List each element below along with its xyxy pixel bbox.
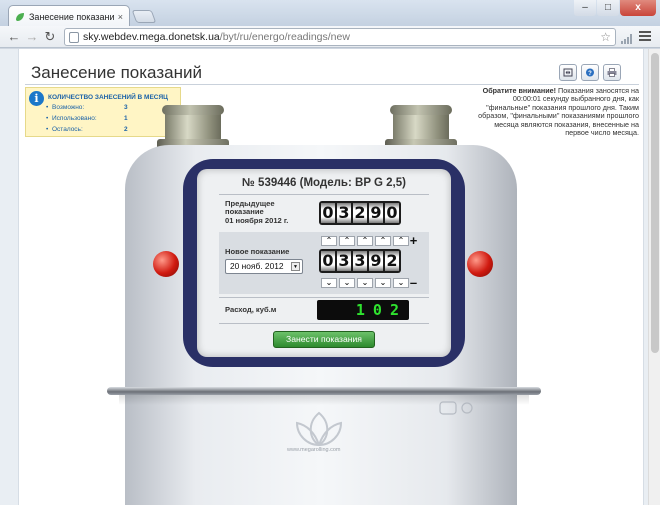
counter-digit: 3 (337, 203, 351, 223)
back-arrow-icon[interactable]: ← (6, 29, 22, 45)
bookmark-star-icon[interactable]: ☆ (600, 29, 611, 45)
info-value-used: 1 (124, 115, 128, 122)
fullscreen-button[interactable] (559, 64, 577, 81)
maximize-button[interactable]: □ (597, 0, 619, 16)
minus-button[interactable]: – (407, 276, 420, 290)
forward-arrow-icon[interactable]: → (24, 29, 40, 45)
reload-icon[interactable]: ↻ (42, 29, 58, 45)
row-divider (219, 297, 429, 298)
info-value-left: 2 (124, 126, 128, 133)
digit-4-down-button[interactable]: ⌄ (375, 278, 391, 288)
counter-digit: 0 (321, 203, 335, 223)
left-knob (153, 251, 179, 277)
page-viewport: Занесение показаний ? i КОЛИЧЕСТВО ЗАНЕС… (0, 49, 648, 505)
help-icon: ? (586, 68, 594, 77)
printer-icon (607, 68, 617, 77)
browser-titlebar: Занесение показаний < … × – □ x (0, 0, 660, 27)
previous-reading-date: 01 ноября 2012 г. (225, 216, 289, 225)
digit-3-up-button[interactable]: ⌃ (357, 236, 373, 246)
digit-3-down-button[interactable]: ⌄ (357, 278, 373, 288)
digit-1-down-button[interactable]: ⌄ (321, 278, 337, 288)
decrement-arrows: ⌄ ⌄ ⌄ ⌄ ⌄ (321, 278, 409, 288)
help-button[interactable]: ? (581, 64, 599, 81)
counter-digit: 0 (385, 203, 399, 223)
digit-2-down-button[interactable]: ⌄ (339, 278, 355, 288)
outlet-pipe-cap (390, 105, 452, 115)
row-divider (219, 323, 429, 324)
reading-date-select[interactable]: 20 нояб. 2012 ▼ (225, 259, 303, 274)
new-reading-label: Новое показание (225, 247, 290, 256)
plus-button[interactable]: + (407, 234, 420, 248)
leaf-favicon-icon (16, 12, 24, 21)
scrollbar-thumb[interactable] (651, 53, 659, 353)
counter-digit: 9 (369, 251, 383, 271)
meter-rail (107, 387, 541, 395)
info-label-used: Использовано: (46, 115, 97, 122)
increment-arrows: ⌃ ⌃ ⌃ ⌃ ⌃ (321, 236, 409, 246)
page-scrollbar[interactable] (648, 49, 660, 505)
info-label-possible: Возможно: (46, 104, 84, 111)
info-icon: i (29, 91, 44, 106)
signal-bars-icon (621, 34, 633, 44)
counter-digit: 0 (321, 251, 335, 271)
previous-reading-label: Предыдущее показание (225, 199, 275, 217)
header-divider (25, 84, 639, 85)
new-reading-counter: 0 3 3 9 2 (319, 249, 401, 273)
counter-digit: 2 (353, 203, 367, 223)
info-heading: КОЛИЧЕСТВО ЗАНЕСЕНИЙ В МЕСЯЦ (48, 94, 168, 101)
expand-icon (563, 68, 573, 77)
page-tools: ? (559, 64, 621, 81)
minimize-button[interactable]: – (574, 0, 596, 16)
counter-digit: 3 (353, 251, 367, 271)
url-host: sky.webdev.mega.donetsk.ua (83, 31, 220, 43)
digit-4-up-button[interactable]: ⌃ (375, 236, 391, 246)
consumption-display: 102 (317, 300, 409, 320)
entries-info-box: i КОЛИЧЕСТВО ЗАНЕСЕНИЙ В МЕСЯЦ Возможно:… (25, 87, 181, 137)
new-tab-button[interactable] (131, 10, 157, 23)
dropdown-arrow-icon[interactable]: ▼ (291, 262, 300, 271)
row-divider (219, 194, 429, 195)
tab-title: Занесение показаний < … (29, 11, 114, 22)
tab-close-icon[interactable]: × (118, 12, 123, 22)
certification-mark-icon (439, 401, 473, 415)
browser-tab-active[interactable]: Занесение показаний < … × (8, 5, 130, 27)
digit-1-up-button[interactable]: ⌃ (321, 236, 337, 246)
close-window-button[interactable]: x (620, 0, 656, 16)
meter-title: № 539446 (Модель: BP G 2,5) (242, 177, 406, 189)
print-button[interactable] (603, 64, 621, 81)
page-icon (69, 32, 79, 43)
previous-reading-counter: 0 3 2 9 0 (319, 201, 401, 225)
consumption-label: Расход, куб.м (225, 305, 277, 314)
counter-digit: 2 (385, 251, 399, 271)
info-value-possible: 3 (124, 104, 128, 111)
digit-2-up-button[interactable]: ⌃ (339, 236, 355, 246)
attention-notice: Обратите внимание! Показания заносятся н… (475, 86, 639, 137)
inlet-pipe-cap (162, 105, 224, 115)
page-content: Занесение показаний ? i КОЛИЧЕСТВО ЗАНЕС… (18, 49, 644, 505)
svg-text:?: ? (588, 71, 592, 77)
submit-reading-button[interactable]: Занести показания (273, 331, 375, 348)
counter-digit: 9 (369, 203, 383, 223)
address-bar[interactable]: sky.webdev.mega.donetsk.ua/byt/ru/energo… (64, 28, 616, 46)
reading-date-value: 20 нояб. 2012 (230, 261, 284, 271)
right-knob (467, 251, 493, 277)
lotus-logo-icon (295, 411, 343, 447)
counter-digit: 3 (337, 251, 351, 271)
url-path: /byt/ru/energo/readings/new (219, 31, 350, 43)
brand-url-text: www.megarolling.com (287, 447, 341, 453)
browser-menu-icon[interactable] (639, 31, 651, 43)
browser-toolbar: ← → ↻ sky.webdev.mega.donetsk.ua/byt/ru/… (0, 26, 660, 48)
page-title: Занесение показаний (31, 63, 202, 82)
info-label-left: Осталось: (46, 126, 83, 133)
